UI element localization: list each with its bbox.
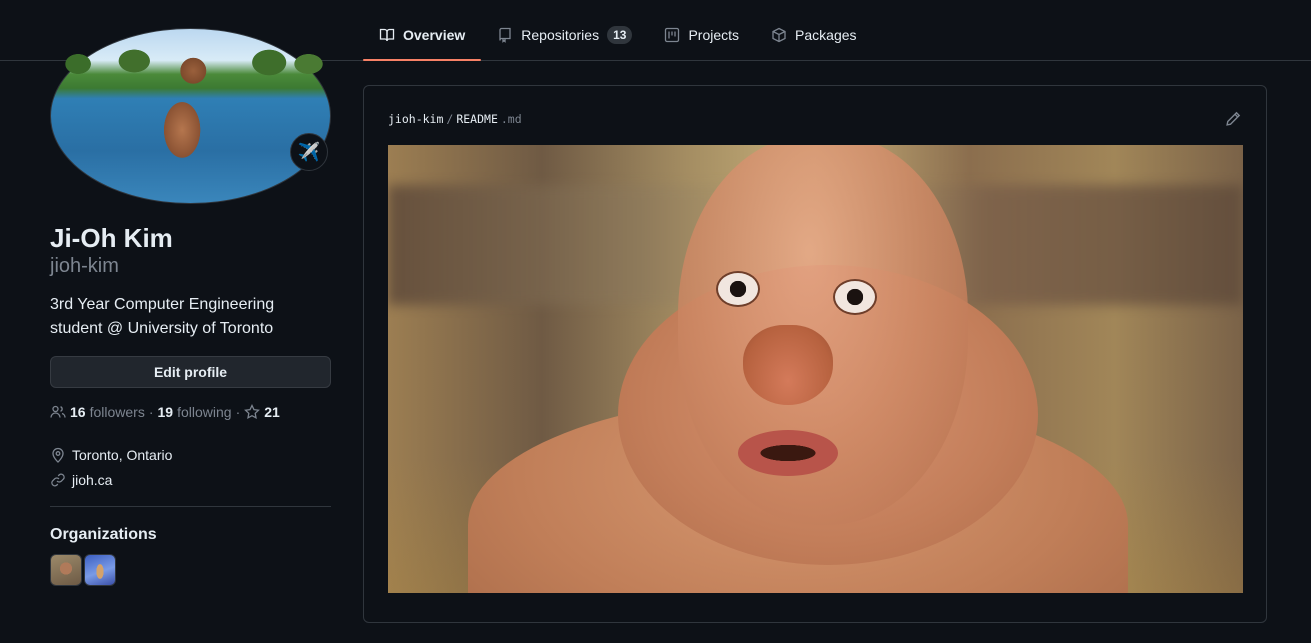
avatar-container: ✈️: [50, 28, 331, 204]
tab-repositories-label: Repositories: [521, 27, 600, 43]
repositories-count-badge: 13: [607, 26, 633, 44]
profile-details: Toronto, Ontario jioh.ca: [50, 442, 331, 492]
profile-username: jioh-kim: [50, 255, 119, 277]
readme-filename: README: [456, 112, 498, 126]
link-icon: [51, 473, 65, 486]
following-count: 19: [157, 404, 174, 420]
profile-readme-box: jioh-kim / README .md: [363, 85, 1267, 623]
location-text: Toronto, Ontario: [72, 446, 173, 463]
sidebar-divider: [50, 506, 331, 507]
location-pin-icon: [52, 447, 64, 463]
image-eye-left: [716, 271, 760, 307]
organization-avatar[interactable]: [50, 554, 82, 586]
avatar[interactable]: [50, 28, 331, 204]
profile-bio: 3rd Year Computer Engineering student @ …: [50, 296, 275, 337]
stars-link[interactable]: 21: [244, 404, 280, 420]
tab-repositories[interactable]: Repositories 13: [481, 10, 648, 60]
readme-extension: .md: [500, 112, 522, 126]
image-mouth: [738, 430, 838, 476]
pencil-icon[interactable]: [1224, 110, 1242, 128]
edit-profile-button[interactable]: Edit profile: [50, 356, 331, 388]
followers-link[interactable]: 16 followers: [50, 404, 145, 420]
book-icon: [379, 27, 395, 43]
status-badge[interactable]: ✈️: [290, 133, 328, 171]
readme-owner[interactable]: jioh-kim: [388, 112, 443, 126]
people-icon: [50, 405, 66, 418]
organization-avatar[interactable]: [84, 554, 116, 586]
separator-dot: ·: [148, 404, 154, 420]
following-label: following: [177, 404, 232, 420]
tab-packages[interactable]: Packages: [755, 10, 872, 60]
social-stats: 16 followers · 19 following · 21: [50, 404, 331, 420]
readme-path: jioh-kim / README .md: [388, 112, 522, 126]
profile-fullname: Ji-Oh Kim: [50, 223, 173, 253]
tab-overview-label: Overview: [403, 27, 466, 43]
location-item: Toronto, Ontario: [50, 442, 331, 467]
path-separator: /: [446, 112, 454, 126]
followers-label: followers: [89, 404, 145, 420]
organizations-title: Organizations: [50, 526, 157, 543]
readme-image: [388, 145, 1243, 593]
separator-dot: ·: [235, 404, 241, 420]
tab-nav: Overview Repositories 13 Projects Packag…: [363, 10, 873, 61]
avatar-photo-detail: [50, 46, 331, 76]
tab-projects-label: Projects: [688, 27, 740, 43]
star-icon: [244, 404, 261, 419]
project-icon: [664, 27, 680, 43]
tab-projects[interactable]: Projects: [648, 10, 755, 60]
following-link[interactable]: 19 following: [158, 404, 232, 420]
website-link[interactable]: jioh.ca: [72, 472, 112, 488]
image-nose: [743, 325, 833, 405]
repo-icon: [497, 27, 513, 43]
package-icon: [771, 27, 787, 43]
profile-sidebar: ✈️ Ji-Oh Kim jioh-kim 3rd Year Computer …: [50, 28, 331, 586]
website-item: jioh.ca: [50, 467, 331, 492]
organizations-list: [50, 554, 331, 586]
image-eye-right: [833, 279, 877, 315]
followers-count: 16: [70, 404, 86, 420]
tab-overview[interactable]: Overview: [363, 10, 482, 61]
tab-packages-label: Packages: [795, 27, 857, 43]
stars-count: 21: [264, 404, 280, 420]
